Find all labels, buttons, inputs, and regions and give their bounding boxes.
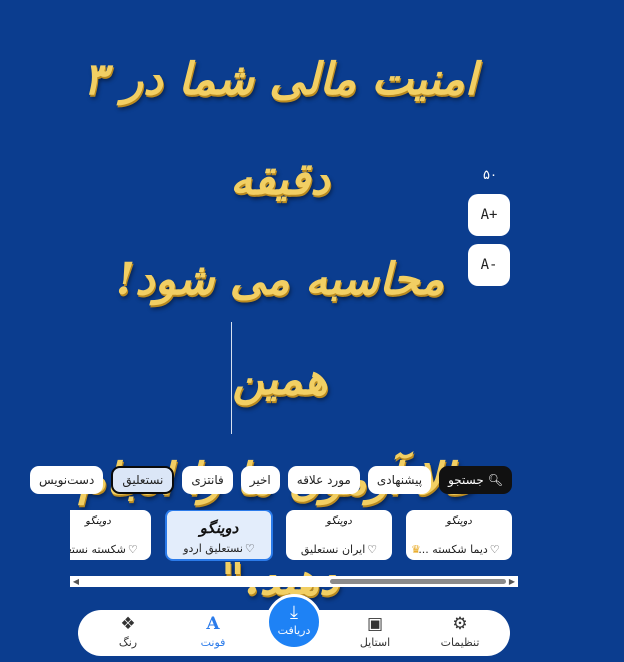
download-icon: ⤓ xyxy=(290,602,298,623)
font-name: شکسته نستعل xyxy=(70,543,126,556)
gear-icon: ⚙ xyxy=(452,614,468,634)
search-icon: 🔍︎ xyxy=(487,473,503,487)
font-sample: دوینگو xyxy=(85,516,111,527)
heart-icon[interactable]: ♡ xyxy=(245,542,255,555)
horizontal-scrollbar[interactable]: ◀ ▶ xyxy=(70,576,518,587)
decrease-size-button[interactable]: A- xyxy=(468,244,510,286)
font-card[interactable]: دوینگو ♡ایران نستعلیق xyxy=(286,510,392,560)
font-sample: دوینگو xyxy=(326,516,352,527)
filter-chips: جستجو 🔍︎ پیشنهادی مورد علاقه اخیر فانتزی… xyxy=(29,466,512,496)
font-card[interactable]: دوینگو ♡دیما شکسته ... ♛ xyxy=(406,510,512,560)
heart-icon[interactable]: ♡ xyxy=(367,543,377,556)
scroll-right-icon[interactable]: ▶ xyxy=(506,577,518,586)
search-chip-label: جستجو xyxy=(448,473,484,487)
scroll-left-icon[interactable]: ◀ xyxy=(70,577,82,586)
font-name-row: ♡ایران نستعلیق xyxy=(286,543,392,556)
crown-icon: ♛ xyxy=(411,543,421,556)
text-caret xyxy=(231,322,232,434)
font-name-row: ♡شکسته نستعل xyxy=(70,543,151,556)
text-style-icon: ▣ xyxy=(366,614,384,634)
nav-style[interactable]: ▣ استایل xyxy=(340,614,410,654)
nav-color[interactable]: ❖ رنگ xyxy=(93,614,163,654)
font-name: دیما شکسته ... xyxy=(418,543,488,556)
chip-recent[interactable]: اخیر xyxy=(240,466,280,494)
chip-favorites[interactable]: مورد علاقه xyxy=(287,466,360,494)
download-label: دریافت xyxy=(277,624,311,637)
nav-settings[interactable]: ⚙ تنظیمات xyxy=(425,614,495,654)
font-sample: دوینگو xyxy=(199,519,239,537)
nav-label: رنگ xyxy=(118,636,138,649)
font-sample: دوینگو xyxy=(446,516,472,527)
chip-nastaliq[interactable]: نستعلیق xyxy=(111,466,175,494)
font-card-selected[interactable]: دوینگو ♡نستعلیق اردو xyxy=(165,510,273,561)
font-list: دوینگو ♡دیما شکسته ... ♛ دوینگو ♡ایران ن… xyxy=(70,510,512,562)
heart-icon[interactable]: ♡ xyxy=(490,543,500,556)
headline-line: محاسبه می شود! همین xyxy=(115,254,445,405)
download-button[interactable]: ⤓ دریافت xyxy=(266,594,322,650)
font-card[interactable]: دوینگو ♡شکسته نستعل xyxy=(70,510,151,560)
nav-label: فونت xyxy=(200,636,226,649)
scrollbar-thumb[interactable] xyxy=(330,579,506,584)
search-chip[interactable]: جستجو 🔍︎ xyxy=(439,466,512,494)
increase-size-button[interactable]: A+ xyxy=(468,194,510,236)
font-name: ایران نستعلیق xyxy=(300,543,366,556)
nav-label: استایل xyxy=(359,636,391,649)
color-circles-icon: ❖ xyxy=(120,614,136,634)
headline-line: امنیت مالی شما در ۳ دقیقه xyxy=(82,54,478,205)
chip-handwriting[interactable]: دست‌نویس xyxy=(29,466,104,494)
font-size-value: ۵۰ xyxy=(483,168,497,183)
font-icon: A xyxy=(206,614,220,634)
chip-suggested[interactable]: پیشنهادی xyxy=(367,466,432,494)
editor-canvas[interactable]: امنیت مالی شما در ۳ دقیقه محاسبه می شود!… xyxy=(0,0,624,605)
nav-font[interactable]: A فونت xyxy=(178,614,248,654)
font-name-row: ♡نستعلیق اردو xyxy=(167,542,271,555)
font-name: نستعلیق اردو xyxy=(183,542,243,555)
nav-label: تنظیمات xyxy=(440,636,480,649)
heart-icon[interactable]: ♡ xyxy=(128,543,138,556)
font-name-row: ♡دیما شکسته ... xyxy=(406,543,512,556)
chip-fantasy[interactable]: فانتزی xyxy=(182,466,233,494)
